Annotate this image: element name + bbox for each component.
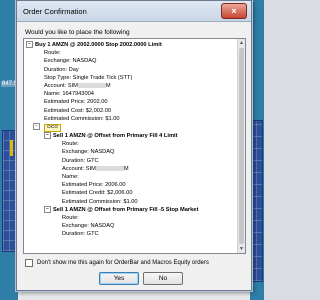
account-suffix: M: [105, 83, 111, 90]
dont-show-again-label: Don't show me this again for OrderBar an…: [37, 260, 209, 266]
account-label: Account: SIM: [44, 83, 78, 90]
tree-field: Stop Type: Single Trade Tick (STT): [44, 74, 133, 81]
dialog-prompt: Would you like to place the following: [25, 29, 130, 36]
collapse-icon[interactable]: −: [26, 41, 33, 48]
tree-field: Route:: [62, 141, 79, 148]
tree-field: Duration: GTC: [62, 157, 99, 164]
tree-field: Estimated Price: 2002.00: [44, 99, 108, 106]
redacted-account: [77, 83, 106, 89]
tree-field: Exchange: NASDAQ: [62, 149, 115, 156]
tree-node-sub-order-2[interactable]: − Sell 1 AMZN @ Offset from Primary Fill …: [26, 205, 235, 214]
tree-node-sub-order-1[interactable]: − Sell 1 AMZN @ Offset from Primary Fill …: [26, 132, 235, 140]
tree-field-account: Account: SIM M: [26, 82, 235, 90]
close-icon: ×: [231, 5, 237, 16]
tree-field: Estimated Price: 2006.00: [62, 182, 126, 189]
tree-field: Estimated Cost: $2,002.00: [44, 107, 112, 114]
tree-field: Duration: GTC: [62, 231, 99, 238]
sub-order-1-label: Sell 1 AMZN @ Offset from Primary Fill 4…: [53, 133, 178, 140]
scroll-down-icon[interactable]: ▼: [238, 245, 245, 253]
account-label: Account: SIM: [62, 165, 96, 172]
tree-node-oco[interactable]: − OCO: [26, 123, 235, 133]
collapse-icon[interactable]: −: [44, 205, 51, 213]
account-suffix: M: [123, 165, 129, 172]
vertical-scrollbar[interactable]: ▲ ▼: [237, 39, 245, 253]
order-confirmation-dialog: Order Confirmation × Would you like to p…: [16, 0, 252, 291]
yes-button[interactable]: Yes: [99, 272, 139, 285]
dialog-titlebar[interactable]: Order Confirmation ×: [17, 1, 251, 22]
tree-field: Exchange: NASDAQ: [44, 58, 97, 65]
close-button[interactable]: ×: [221, 3, 247, 19]
scroll-up-icon[interactable]: ▲: [238, 39, 245, 47]
tree-field: Duration: Day: [44, 66, 79, 73]
collapse-icon[interactable]: −: [33, 123, 40, 131]
no-button[interactable]: No: [143, 272, 183, 285]
tree-node-main-order[interactable]: − Buy 1 AMZN @ 2002.0000 Stop 2002.0000 L…: [26, 41, 235, 49]
order-tree[interactable]: − Buy 1 AMZN @ 2002.0000 Stop 2002.0000 L…: [23, 38, 246, 254]
order-tree-content: − Buy 1 AMZN @ 2002.0000 Stop 2002.0000 L…: [24, 39, 237, 253]
tree-field: Estimated Commission: $1.00: [62, 198, 138, 205]
oco-badge: OCO: [44, 124, 61, 133]
background-right-panel: [249, 0, 264, 300]
tree-field-account: Account: SIM M: [26, 165, 235, 173]
scrollbar-thumb[interactable]: [239, 48, 244, 244]
sub-order-2-label: Sell 1 AMZN @ Offset from Primary Fill -…: [53, 206, 199, 213]
tree-field: Name: 1647943004: [44, 91, 94, 98]
tree-field: Exchange: NASDAQ: [62, 223, 115, 230]
redacted-account: [95, 165, 124, 171]
tree-field: Estimated Commission: $1.00: [44, 115, 120, 122]
tree-field: Name:: [62, 174, 79, 181]
main-order-label: Buy 1 AMZN @ 2002.0000 Stop 2002.0000 Li…: [35, 42, 162, 48]
collapse-icon[interactable]: −: [44, 132, 51, 140]
dont-show-again-checkbox[interactable]: [25, 259, 33, 267]
background-marker: [10, 140, 13, 156]
tree-field: Route:: [44, 50, 61, 57]
tree-field: Route:: [62, 215, 79, 222]
dont-show-again-option[interactable]: Don't show me this again for OrderBar an…: [25, 259, 209, 267]
dialog-title: Order Confirmation: [23, 6, 87, 16]
tree-field: Estimated Credit: $2,006.00: [62, 190, 133, 197]
